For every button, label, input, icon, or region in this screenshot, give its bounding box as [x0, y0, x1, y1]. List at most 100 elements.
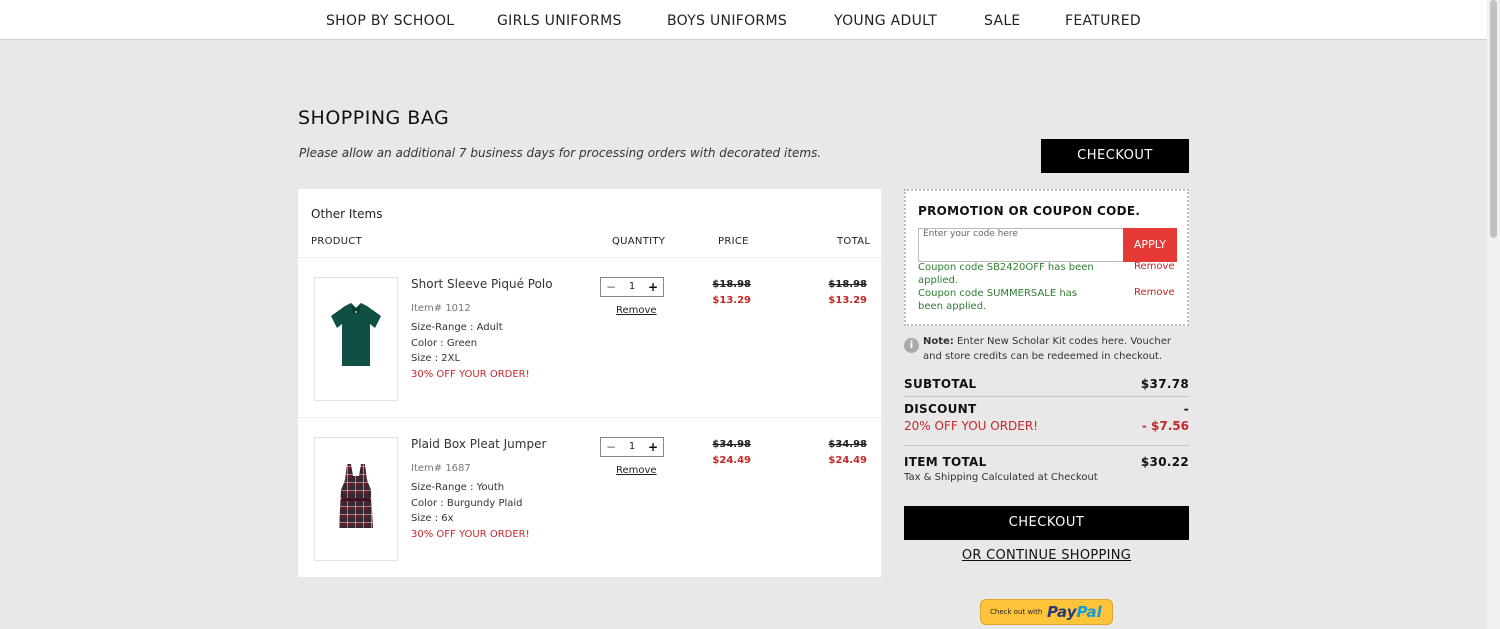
discount-value: - [1183, 402, 1189, 416]
attr-label: Color : [411, 498, 444, 509]
discount-detail-label: 20% OFF YOU ORDER! [904, 419, 1039, 433]
subtotal-value: $37.78 [1140, 377, 1189, 391]
quantity-value[interactable]: 1 [621, 279, 643, 295]
total-original: $18.98 [828, 279, 867, 290]
product-name[interactable]: Short Sleeve Piqué Polo [411, 277, 553, 291]
product-promo: 30% OFF YOUR ORDER! [411, 369, 530, 380]
product-color: Color : Green [411, 338, 477, 349]
remove-coupon-link[interactable]: Remove [1134, 287, 1175, 298]
paypal-checkout-button[interactable]: Check out with PayPal [980, 599, 1113, 625]
attr-value: Green [446, 338, 478, 349]
subtotal-row: SUBTOTAL $37.78 [904, 377, 1189, 391]
nav-sale[interactable]: SALE [984, 13, 1021, 29]
processing-note: Please allow an additional 7 business da… [299, 146, 822, 160]
remove-coupon-link[interactable]: Remove [1134, 261, 1175, 272]
total-sale: $24.49 [828, 455, 867, 466]
page-title: SHOPPING BAG [298, 107, 450, 129]
paypal-logo: PayPal [1047, 603, 1102, 621]
attr-value: Youth [476, 482, 505, 493]
note-label: Note: [923, 336, 954, 347]
voucher-note-text: Note: Enter New Scholar Kit codes here. … [923, 334, 1189, 364]
cart-row: Plaid Box Pleat Jumper Item# 1687 Size-R… [298, 417, 881, 577]
attr-label: Size-Range : [411, 322, 474, 333]
tax-shipping-note: Tax & Shipping Calculated at Checkout [904, 472, 1098, 483]
top-navigation: SHOP BY SCHOOL GIRLS UNIFORMS BOYS UNIFO… [0, 0, 1487, 40]
divider [904, 396, 1189, 397]
discount-detail-value: - $7.56 [1141, 419, 1189, 433]
plaid-jumper-image [339, 464, 373, 528]
paypal-logo-pay: Pay [1047, 603, 1077, 621]
coupon-applied-message: Coupon code SUMMERSALE has been applied. [918, 288, 1078, 312]
scrollbar-thumb[interactable] [1490, 0, 1497, 238]
item-total-row: ITEM TOTAL $30.22 [904, 455, 1189, 469]
attr-label: Size : [411, 353, 439, 364]
quantity-value[interactable]: 1 [621, 439, 643, 455]
attr-value: 2XL [441, 353, 461, 364]
coupon-applied-message: Coupon code SB2420OFF has been applied. [918, 262, 1094, 286]
discount-detail-row: 20% OFF YOU ORDER! - $7.56 [904, 419, 1189, 433]
discount-row: DISCOUNT - [904, 402, 1189, 416]
paypal-small-text: Check out with [990, 608, 1043, 616]
info-icon: i [904, 338, 919, 353]
page-scrollbar[interactable] [1487, 0, 1500, 629]
product-name[interactable]: Plaid Box Pleat Jumper [411, 437, 546, 451]
attr-label: Size : [411, 513, 439, 524]
product-color: Color : Burgundy Plaid [411, 498, 523, 509]
polo-shirt-image [331, 303, 381, 366]
continue-shopping-link[interactable]: OR CONTINUE SHOPPING [904, 548, 1189, 563]
product-size-range: Size-Range : Adult [411, 322, 503, 333]
checkout-button-top[interactable]: CHECKOUT [1041, 139, 1189, 173]
attr-value: Adult [476, 322, 503, 333]
nav-boys-uniforms[interactable]: BOYS UNIFORMS [667, 13, 787, 29]
increment-button[interactable]: + [644, 439, 662, 455]
paypal-logo-pal: Pal [1076, 603, 1102, 621]
product-image[interactable] [314, 437, 398, 561]
nav-featured[interactable]: FEATURED [1065, 13, 1141, 29]
checkout-button-bottom[interactable]: CHECKOUT [904, 506, 1189, 540]
coupon-box: PROMOTION OR COUPON CODE. Enter your cod… [904, 189, 1189, 326]
decrement-button[interactable]: − [602, 439, 620, 455]
attr-label: Size-Range : [411, 482, 474, 493]
coupon-title: PROMOTION OR COUPON CODE. [918, 204, 1141, 218]
price-original: $34.98 [712, 439, 751, 450]
price-sale: $13.29 [712, 295, 751, 306]
nav-young-adult[interactable]: YOUNG ADULT [834, 13, 937, 29]
quantity-stepper: − 1 + [600, 437, 664, 457]
coupon-input[interactable]: Enter your code here [918, 228, 1124, 262]
item-total-value: $30.22 [1140, 455, 1189, 469]
product-size: Size : 6x [411, 513, 454, 524]
product-promo: 30% OFF YOUR ORDER! [411, 529, 530, 540]
nav-girls-uniforms[interactable]: GIRLS UNIFORMS [497, 13, 622, 29]
remove-item-link[interactable]: Remove [616, 465, 657, 476]
cart-panel: Other Items PRODUCT QUANTITY PRICE TOTAL… [298, 189, 881, 577]
product-sku: Item# 1687 [411, 463, 471, 474]
attr-value: 6x [441, 513, 454, 524]
increment-button[interactable]: + [644, 279, 662, 295]
discount-label: DISCOUNT [904, 402, 977, 416]
product-size: Size : 2XL [411, 353, 460, 364]
apply-coupon-button[interactable]: APPLY [1123, 228, 1177, 262]
column-header-price: PRICE [718, 236, 749, 247]
subtotal-label: SUBTOTAL [904, 377, 977, 391]
cart-row: Short Sleeve Piqué Polo Item# 1012 Size-… [298, 257, 881, 417]
column-header-product: PRODUCT [311, 236, 363, 247]
divider [904, 445, 1189, 446]
product-image[interactable] [314, 277, 398, 401]
product-size-range: Size-Range : Youth [411, 482, 504, 493]
column-header-quantity: QUANTITY [612, 236, 666, 247]
price-original: $18.98 [712, 279, 751, 290]
product-sku: Item# 1012 [411, 303, 471, 314]
coupon-input-placeholder: Enter your code here [923, 229, 1018, 239]
remove-item-link[interactable]: Remove [616, 305, 657, 316]
item-total-label: ITEM TOTAL [904, 455, 987, 469]
decrement-button[interactable]: − [602, 279, 620, 295]
quantity-stepper: − 1 + [600, 277, 664, 297]
total-original: $34.98 [828, 439, 867, 450]
cart-group-title: Other Items [311, 207, 383, 221]
price-sale: $24.49 [712, 455, 751, 466]
total-sale: $13.29 [828, 295, 867, 306]
nav-shop-by-school[interactable]: SHOP BY SCHOOL [326, 13, 454, 29]
note-body: Enter New Scholar Kit codes here. Vouche… [923, 336, 1171, 362]
attr-value: Burgundy Plaid [446, 498, 523, 509]
column-header-total: TOTAL [837, 236, 871, 247]
